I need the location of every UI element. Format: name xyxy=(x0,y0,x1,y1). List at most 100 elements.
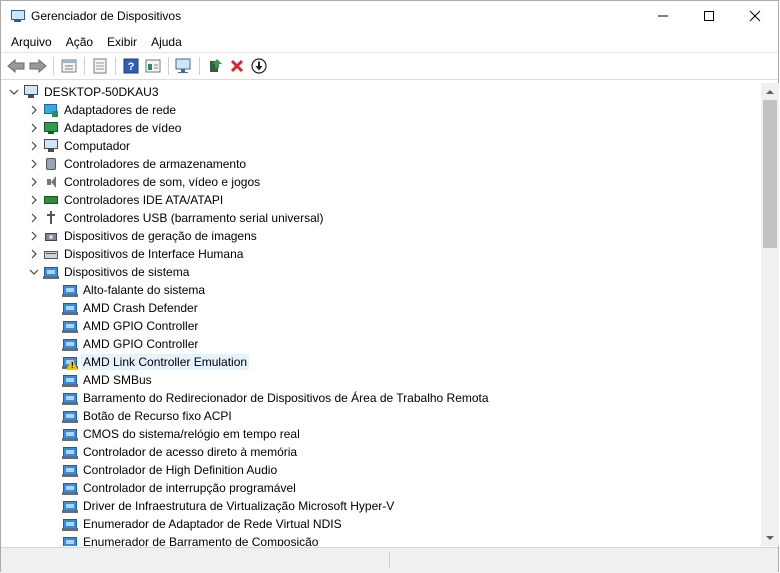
menu-acao[interactable]: Ação xyxy=(59,35,100,49)
expand-chevron-icon[interactable] xyxy=(27,247,41,261)
tree-device-row[interactable]: AMD GPIO Controller xyxy=(1,335,761,353)
toolbar-separator xyxy=(115,57,116,75)
maximize-button[interactable] xyxy=(686,1,732,31)
device-tree[interactable]: DESKTOP-50DKAU3 Adaptadores de rede Adap… xyxy=(1,83,761,546)
svg-text:?: ? xyxy=(128,61,135,73)
category-label: Dispositivos de Interface Humana xyxy=(64,247,244,261)
view-button[interactable] xyxy=(142,55,164,77)
tree-category-row[interactable]: Dispositivos de geração de imagens xyxy=(1,227,761,245)
ide-controller-icon xyxy=(43,192,59,208)
uninstall-icon xyxy=(230,59,244,73)
tree-device-row[interactable]: Controlador de High Definition Audio xyxy=(1,461,761,479)
device-label: AMD Link Controller Emulation xyxy=(81,354,250,370)
menu-bar: Arquivo Ação Exibir Ajuda xyxy=(1,31,778,52)
system-device-icon xyxy=(62,336,78,352)
tree-device-row[interactable]: Enumerador de Barramento de Composição xyxy=(1,533,761,546)
uninstall-device-button[interactable] xyxy=(226,55,248,77)
device-label: AMD Crash Defender xyxy=(83,301,198,315)
scan-hardware-button[interactable] xyxy=(173,55,195,77)
expand-chevron-icon[interactable] xyxy=(27,211,41,225)
expand-chevron-icon[interactable] xyxy=(27,157,41,171)
tree-device-row[interactable]: AMD SMBus xyxy=(1,371,761,389)
system-device-icon xyxy=(62,534,78,546)
menu-exibir[interactable]: Exibir xyxy=(100,35,144,49)
properties-icon xyxy=(61,59,77,73)
category-label: Controladores de som, vídeo e jogos xyxy=(64,175,261,189)
expand-chevron-icon[interactable] xyxy=(27,121,41,135)
maximize-icon xyxy=(704,11,714,21)
tree-device-row[interactable]: AMD GPIO Controller xyxy=(1,317,761,335)
system-device-icon xyxy=(62,408,78,424)
tree-category-row[interactable]: Controladores de som, vídeo e jogos xyxy=(1,173,761,191)
device-label: Enumerador de Adaptador de Rede Virtual … xyxy=(83,517,342,531)
collapse-chevron-icon[interactable] xyxy=(27,265,41,279)
expand-chevron-icon[interactable] xyxy=(27,103,41,117)
system-device-icon xyxy=(62,516,78,532)
back-arrow-icon xyxy=(7,59,25,73)
update-driver-button[interactable] xyxy=(204,55,226,77)
category-label: Adaptadores de vídeo xyxy=(64,121,182,135)
hid-icon xyxy=(43,246,59,262)
category-label: Computador xyxy=(64,139,131,153)
system-device-icon xyxy=(43,264,59,280)
minimize-icon xyxy=(658,15,668,17)
forward-button[interactable] xyxy=(27,55,49,77)
expand-chevron-icon[interactable] xyxy=(27,229,41,243)
scroll-down-button[interactable] xyxy=(761,529,779,546)
computer-icon xyxy=(23,84,39,100)
tree-device-row[interactable]: Barramento do Redirecionador de Disposit… xyxy=(1,389,761,407)
system-device-icon xyxy=(62,282,78,298)
collapse-chevron-icon[interactable] xyxy=(7,85,21,99)
category-label: Dispositivos de sistema xyxy=(64,265,190,279)
computer-icon xyxy=(43,138,59,154)
resources-icon xyxy=(93,58,107,74)
imaging-device-icon xyxy=(43,228,59,244)
tree-category-row-expanded[interactable]: Dispositivos de sistema xyxy=(1,263,761,281)
tree-device-row[interactable]: Driver de Infraestrutura de Virtualizaçã… xyxy=(1,497,761,515)
tree-category-row[interactable]: Controladores IDE ATA/ATAPI xyxy=(1,191,761,209)
tree-category-row[interactable]: Adaptadores de rede xyxy=(1,101,761,119)
close-button[interactable] xyxy=(732,1,778,31)
scroll-up-button[interactable] xyxy=(761,83,779,100)
category-label: Dispositivos de geração de imagens xyxy=(64,229,257,243)
system-device-icon xyxy=(62,390,78,406)
category-label: Controladores de armazenamento xyxy=(64,157,247,171)
tree-category-row[interactable]: Controladores de armazenamento xyxy=(1,155,761,173)
device-label: Controlador de High Definition Audio xyxy=(83,463,278,477)
device-label: Alto-falante do sistema xyxy=(83,283,206,297)
scrollbar-thumb[interactable] xyxy=(763,100,777,248)
expand-chevron-icon[interactable] xyxy=(27,175,41,189)
tree-category-row[interactable]: Adaptadores de vídeo xyxy=(1,119,761,137)
tree-root-label: DESKTOP-50DKAU3 xyxy=(44,85,159,99)
menu-ajuda[interactable]: Ajuda xyxy=(144,35,189,49)
device-manager-window: Gerenciador de Dispositivos Arquivo Ação… xyxy=(0,0,779,573)
back-button[interactable] xyxy=(5,55,27,77)
tree-category-row[interactable]: Controladores USB (barramento serial uni… xyxy=(1,209,761,227)
expand-chevron-icon[interactable] xyxy=(27,139,41,153)
tree-root-row[interactable]: DESKTOP-50DKAU3 xyxy=(1,83,761,101)
system-device-icon xyxy=(62,480,78,496)
tree-device-row[interactable]: Botão de Recurso fixo ACPI xyxy=(1,407,761,425)
title-bar[interactable]: Gerenciador de Dispositivos xyxy=(1,1,778,31)
help-button[interactable]: ? xyxy=(120,55,142,77)
status-bar-separator xyxy=(389,552,390,568)
tree-device-row[interactable]: Controlador de interrupção programável xyxy=(1,479,761,497)
category-label: Controladores USB (barramento serial uni… xyxy=(64,211,324,225)
disable-device-button[interactable] xyxy=(248,55,270,77)
properties-button[interactable] xyxy=(58,55,80,77)
tree-category-row[interactable]: Dispositivos de Interface Humana xyxy=(1,245,761,263)
tree-device-row[interactable]: CMOS do sistema/relógio em tempo real xyxy=(1,425,761,443)
tree-device-row[interactable]: Enumerador de Adaptador de Rede Virtual … xyxy=(1,515,761,533)
resources-button[interactable] xyxy=(89,55,111,77)
tree-device-row[interactable]: AMD Crash Defender xyxy=(1,299,761,317)
menu-arquivo[interactable]: Arquivo xyxy=(4,35,59,49)
tree-category-row[interactable]: Computador xyxy=(1,137,761,155)
vertical-scrollbar[interactable] xyxy=(761,83,779,546)
network-adapter-icon xyxy=(43,102,59,118)
window-title: Gerenciador de Dispositivos xyxy=(31,9,182,23)
tree-device-row[interactable]: Controlador de acesso direto à memória xyxy=(1,443,761,461)
expand-chevron-icon[interactable] xyxy=(27,193,41,207)
minimize-button[interactable] xyxy=(640,1,686,31)
tree-device-row-selected[interactable]: ! AMD Link Controller Emulation xyxy=(1,353,761,371)
tree-device-row[interactable]: Alto-falante do sistema xyxy=(1,281,761,299)
